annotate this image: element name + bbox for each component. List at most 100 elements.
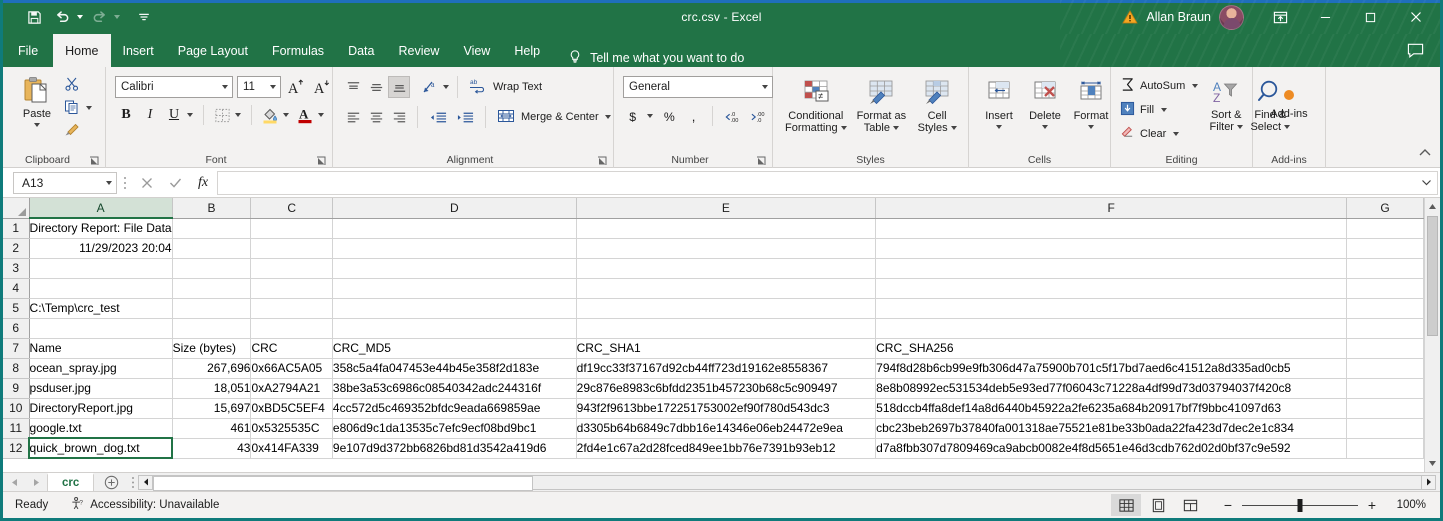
column-header-g[interactable]: G bbox=[1346, 198, 1424, 219]
increase-decimal-button[interactable]: .0.00 bbox=[719, 105, 745, 127]
cell-g11[interactable] bbox=[1346, 418, 1424, 439]
scroll-right-icon[interactable] bbox=[1421, 474, 1436, 490]
cell-f6[interactable] bbox=[875, 318, 1348, 339]
delete-cells-dropdown-icon[interactable] bbox=[1042, 125, 1048, 129]
redo-icon[interactable] bbox=[86, 4, 112, 30]
cell-a10[interactable]: DirectoryReport.jpg bbox=[29, 398, 173, 419]
increase-font-size-icon[interactable]: A bbox=[285, 76, 307, 98]
cell-f1[interactable] bbox=[875, 218, 1348, 239]
cell-b1[interactable] bbox=[172, 218, 252, 239]
vertical-scroll-thumb[interactable] bbox=[1427, 216, 1438, 336]
conditional-formatting-dropdown-icon[interactable] bbox=[840, 126, 847, 130]
cell-g7[interactable] bbox=[1346, 338, 1424, 359]
cut-button[interactable] bbox=[61, 74, 98, 96]
format-as-table-dropdown-icon[interactable] bbox=[892, 126, 899, 130]
row-header-2[interactable]: 2 bbox=[3, 238, 30, 259]
cell-g4[interactable] bbox=[1346, 278, 1424, 299]
cell-g8[interactable] bbox=[1346, 358, 1424, 379]
cell-f8[interactable]: 794f8d28b6cb99e9fb306d47a75900b701c5f17b… bbox=[875, 358, 1348, 379]
cell-g10[interactable] bbox=[1346, 398, 1424, 419]
cell-e6[interactable] bbox=[576, 318, 877, 339]
font-name-combo[interactable]: Calibri bbox=[115, 76, 233, 98]
cell-a1[interactable]: Directory Report: File Data bbox=[29, 218, 173, 239]
cancel-edit-icon[interactable] bbox=[133, 171, 161, 195]
row-header-10[interactable]: 10 bbox=[3, 398, 30, 419]
cell-b12[interactable]: 43 bbox=[172, 438, 252, 459]
cell-b11[interactable]: 461 bbox=[172, 418, 252, 439]
font-size-combo[interactable]: 11 bbox=[237, 76, 281, 98]
name-box[interactable]: A13 bbox=[13, 171, 117, 194]
top-align-button[interactable] bbox=[342, 76, 364, 98]
cell-styles-button[interactable]: Cell Styles bbox=[912, 74, 962, 136]
ribbon-display-options-icon[interactable] bbox=[1258, 0, 1303, 34]
decrease-decimal-button[interactable]: .00.0 bbox=[746, 105, 772, 127]
tab-home[interactable]: Home bbox=[53, 34, 111, 67]
addins-button[interactable]: Add-ins bbox=[1262, 80, 1316, 122]
redo-dropdown-icon[interactable] bbox=[112, 4, 121, 30]
cell-b2[interactable] bbox=[172, 238, 252, 259]
borders-dropdown-icon[interactable] bbox=[235, 113, 241, 117]
cell-c2[interactable] bbox=[250, 238, 333, 259]
cell-g3[interactable] bbox=[1346, 258, 1424, 279]
cell-f3[interactable] bbox=[875, 258, 1348, 279]
cell-c11[interactable]: 0x5325535C bbox=[250, 418, 333, 439]
row-header-12[interactable]: 12 bbox=[3, 438, 30, 459]
italic-button[interactable]: I bbox=[139, 104, 161, 126]
cell-d1[interactable] bbox=[332, 218, 577, 239]
cell-b9[interactable]: 18,051 bbox=[172, 378, 252, 399]
cell-styles-dropdown-icon[interactable] bbox=[950, 126, 957, 130]
tab-view[interactable]: View bbox=[451, 34, 502, 67]
conditional-formatting-button[interactable]: ≠ Conditional Formatting bbox=[781, 74, 851, 136]
horizontal-scrollbar[interactable] bbox=[138, 474, 1436, 491]
align-left-button[interactable] bbox=[342, 106, 364, 128]
horizontal-scroll-thumb[interactable] bbox=[153, 475, 534, 491]
cell-d5[interactable] bbox=[332, 298, 577, 319]
cell-b5[interactable] bbox=[172, 298, 252, 319]
confirm-edit-icon[interactable] bbox=[161, 171, 189, 195]
tab-data[interactable]: Data bbox=[336, 34, 386, 67]
cell-a7[interactable]: Name bbox=[29, 338, 173, 359]
cell-c7[interactable]: CRC bbox=[250, 338, 333, 359]
tab-page-layout[interactable]: Page Layout bbox=[166, 34, 260, 67]
name-box-dropdown-icon[interactable] bbox=[106, 180, 112, 185]
number-format-combo[interactable]: General bbox=[623, 76, 773, 98]
collapse-ribbon-icon[interactable] bbox=[1418, 146, 1432, 164]
cell-b4[interactable] bbox=[172, 278, 252, 299]
cell-c6[interactable] bbox=[250, 318, 333, 339]
fill-button[interactable]: Fill bbox=[1117, 99, 1204, 121]
cell-a4[interactable] bbox=[29, 278, 173, 299]
cell-c12[interactable]: 0x414FA339 bbox=[250, 438, 333, 459]
row-header-4[interactable]: 4 bbox=[3, 278, 30, 299]
scroll-left-icon[interactable] bbox=[138, 474, 154, 490]
insert-cells-dropdown-icon[interactable] bbox=[996, 125, 1002, 129]
paste-button[interactable]: Paste bbox=[13, 72, 61, 129]
cell-f4[interactable] bbox=[875, 278, 1348, 299]
column-header-f[interactable]: F bbox=[875, 198, 1348, 219]
zoom-out-button[interactable]: − bbox=[1221, 498, 1235, 512]
select-all-corner[interactable] bbox=[3, 198, 30, 219]
cell-a6[interactable] bbox=[29, 318, 173, 339]
number-format-dropdown-icon[interactable] bbox=[762, 85, 768, 89]
row-header-7[interactable]: 7 bbox=[3, 338, 30, 359]
expand-formula-bar-icon[interactable] bbox=[1416, 170, 1438, 195]
underline-dropdown-icon[interactable] bbox=[187, 113, 193, 117]
page-break-preview-icon[interactable] bbox=[1175, 494, 1205, 516]
insert-function-icon[interactable]: fx bbox=[189, 171, 217, 195]
cell-c5[interactable] bbox=[250, 298, 333, 319]
font-size-dropdown-icon[interactable] bbox=[270, 85, 276, 89]
column-header-b[interactable]: B bbox=[172, 198, 252, 219]
row-header-6[interactable]: 6 bbox=[3, 318, 30, 339]
clear-dropdown-icon[interactable] bbox=[1173, 132, 1180, 136]
cell-d11[interactable]: e806d9c1da13535c7efc9ecf08bd9bc1 bbox=[332, 418, 577, 439]
clear-button[interactable]: Clear bbox=[1117, 123, 1204, 145]
font-name-dropdown-icon[interactable] bbox=[222, 85, 228, 89]
borders-button[interactable] bbox=[211, 104, 233, 126]
maximize-button[interactable] bbox=[1348, 0, 1393, 34]
cell-e8[interactable]: df19cc33f37167d92cb44ff723d19162e8558367 bbox=[576, 358, 877, 379]
sort-filter-button[interactable]: A Z Sort & Filter bbox=[1206, 73, 1246, 135]
clipboard-dialog-launcher[interactable] bbox=[89, 156, 100, 167]
horizontal-split-handle[interactable] bbox=[128, 476, 138, 489]
cell-e7[interactable]: CRC_SHA1 bbox=[576, 338, 877, 359]
cell-c4[interactable] bbox=[250, 278, 333, 299]
cell-a9[interactable]: psduser.jpg bbox=[29, 378, 173, 399]
